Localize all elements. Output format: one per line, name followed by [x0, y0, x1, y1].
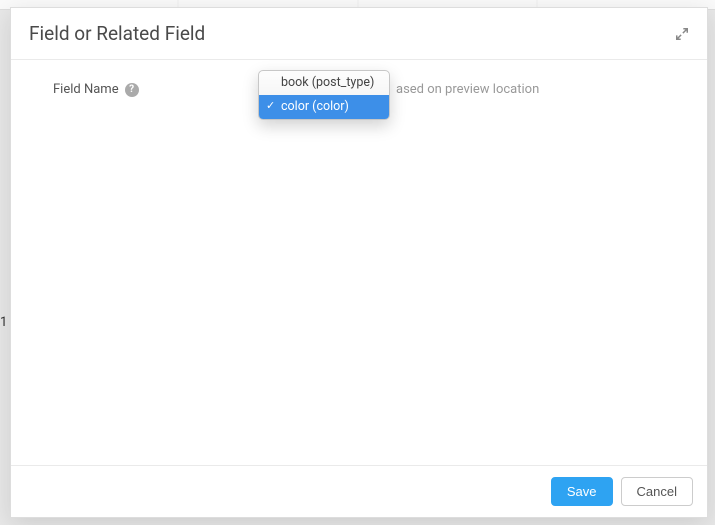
help-icon[interactable]: ? [125, 83, 139, 97]
field-hint: ased on preview location [396, 82, 539, 97]
field-name-dropdown[interactable]: book (post_type) color (color) [258, 70, 390, 120]
expand-icon[interactable] [675, 27, 689, 41]
field-name-label: Field Name [53, 82, 119, 97]
field-name-label-wrap: Field Name ? [31, 82, 256, 97]
background-row-marker: 1 [0, 315, 7, 330]
dropdown-option-book[interactable]: book (post_type) [259, 71, 389, 95]
modal-footer: Save Cancel [11, 465, 707, 517]
modal-title: Field or Related Field [29, 22, 205, 45]
modal-header: Field or Related Field [11, 8, 707, 60]
dropdown-option-color[interactable]: color (color) [259, 95, 389, 119]
cancel-button[interactable]: Cancel [621, 477, 693, 506]
save-button[interactable]: Save [551, 477, 613, 506]
modal-body: Field Name ? ased on preview location bo… [11, 60, 707, 465]
modal-dialog: Field or Related Field Field Name ? ased… [10, 7, 708, 518]
